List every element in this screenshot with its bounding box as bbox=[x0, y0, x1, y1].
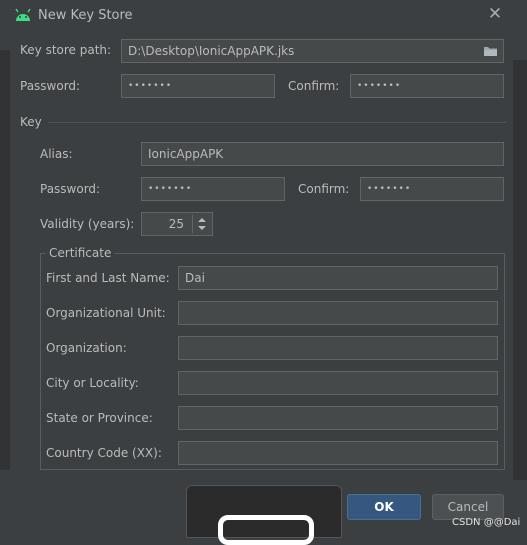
country-code-input[interactable] bbox=[178, 441, 498, 465]
state-province-label: State or Province: bbox=[46, 411, 153, 425]
key-confirm-input[interactable]: ••••••• bbox=[360, 177, 504, 201]
android-icon bbox=[15, 8, 31, 21]
overlay-shape bbox=[218, 515, 314, 545]
organization-label: Organization: bbox=[46, 341, 127, 355]
key-password-label: Password: bbox=[40, 182, 101, 196]
spinner-divider bbox=[192, 215, 193, 233]
keystore-password-input[interactable]: ••••••• bbox=[121, 74, 275, 98]
key-group-label: Key bbox=[20, 115, 42, 129]
key-password-input[interactable]: ••••••• bbox=[141, 177, 285, 201]
background-window-edge bbox=[513, 60, 527, 480]
folder-icon[interactable] bbox=[483, 45, 498, 57]
validity-value: 25 bbox=[168, 217, 184, 231]
key-confirm-label: Confirm: bbox=[298, 182, 350, 196]
key-store-path-label: Key store path: bbox=[20, 43, 112, 57]
keystore-confirm-input[interactable]: ••••••• bbox=[350, 74, 504, 98]
state-province-input[interactable] bbox=[178, 406, 498, 430]
alias-input[interactable]: IonicAppAPK bbox=[141, 142, 504, 166]
spinner-arrows-icon[interactable] bbox=[196, 216, 208, 232]
organizational-unit-label: Organizational Unit: bbox=[46, 306, 166, 320]
certificate-group-label: Certificate bbox=[46, 246, 115, 260]
ok-button[interactable]: OK bbox=[347, 494, 421, 520]
city-locality-label: City or Locality: bbox=[46, 376, 139, 390]
keystore-confirm-label: Confirm: bbox=[288, 79, 340, 93]
validity-label: Validity (years): bbox=[40, 217, 135, 231]
organization-input[interactable] bbox=[178, 336, 498, 360]
background-window-edge bbox=[0, 50, 10, 470]
first-last-name-label: First and Last Name: bbox=[46, 271, 170, 285]
watermark: CSDN @@Dai bbox=[452, 517, 521, 528]
window-title: New Key Store bbox=[38, 8, 133, 23]
validity-spinner[interactable]: 25 bbox=[141, 212, 213, 236]
keystore-password-label: Password: bbox=[20, 79, 81, 93]
key-store-path-input[interactable]: D:\Desktop\IonicAppAPK.jks bbox=[121, 39, 504, 63]
country-code-label: Country Code (XX): bbox=[46, 446, 162, 460]
alias-label: Alias: bbox=[40, 147, 73, 161]
first-last-name-input[interactable]: Dai bbox=[178, 266, 498, 290]
close-icon[interactable]: ✕ bbox=[486, 4, 504, 24]
key-store-path-value: D:\Desktop\IonicAppAPK.jks bbox=[128, 44, 295, 58]
city-locality-input[interactable] bbox=[178, 371, 498, 395]
organizational-unit-input[interactable] bbox=[178, 301, 498, 325]
key-group-divider bbox=[48, 122, 506, 123]
